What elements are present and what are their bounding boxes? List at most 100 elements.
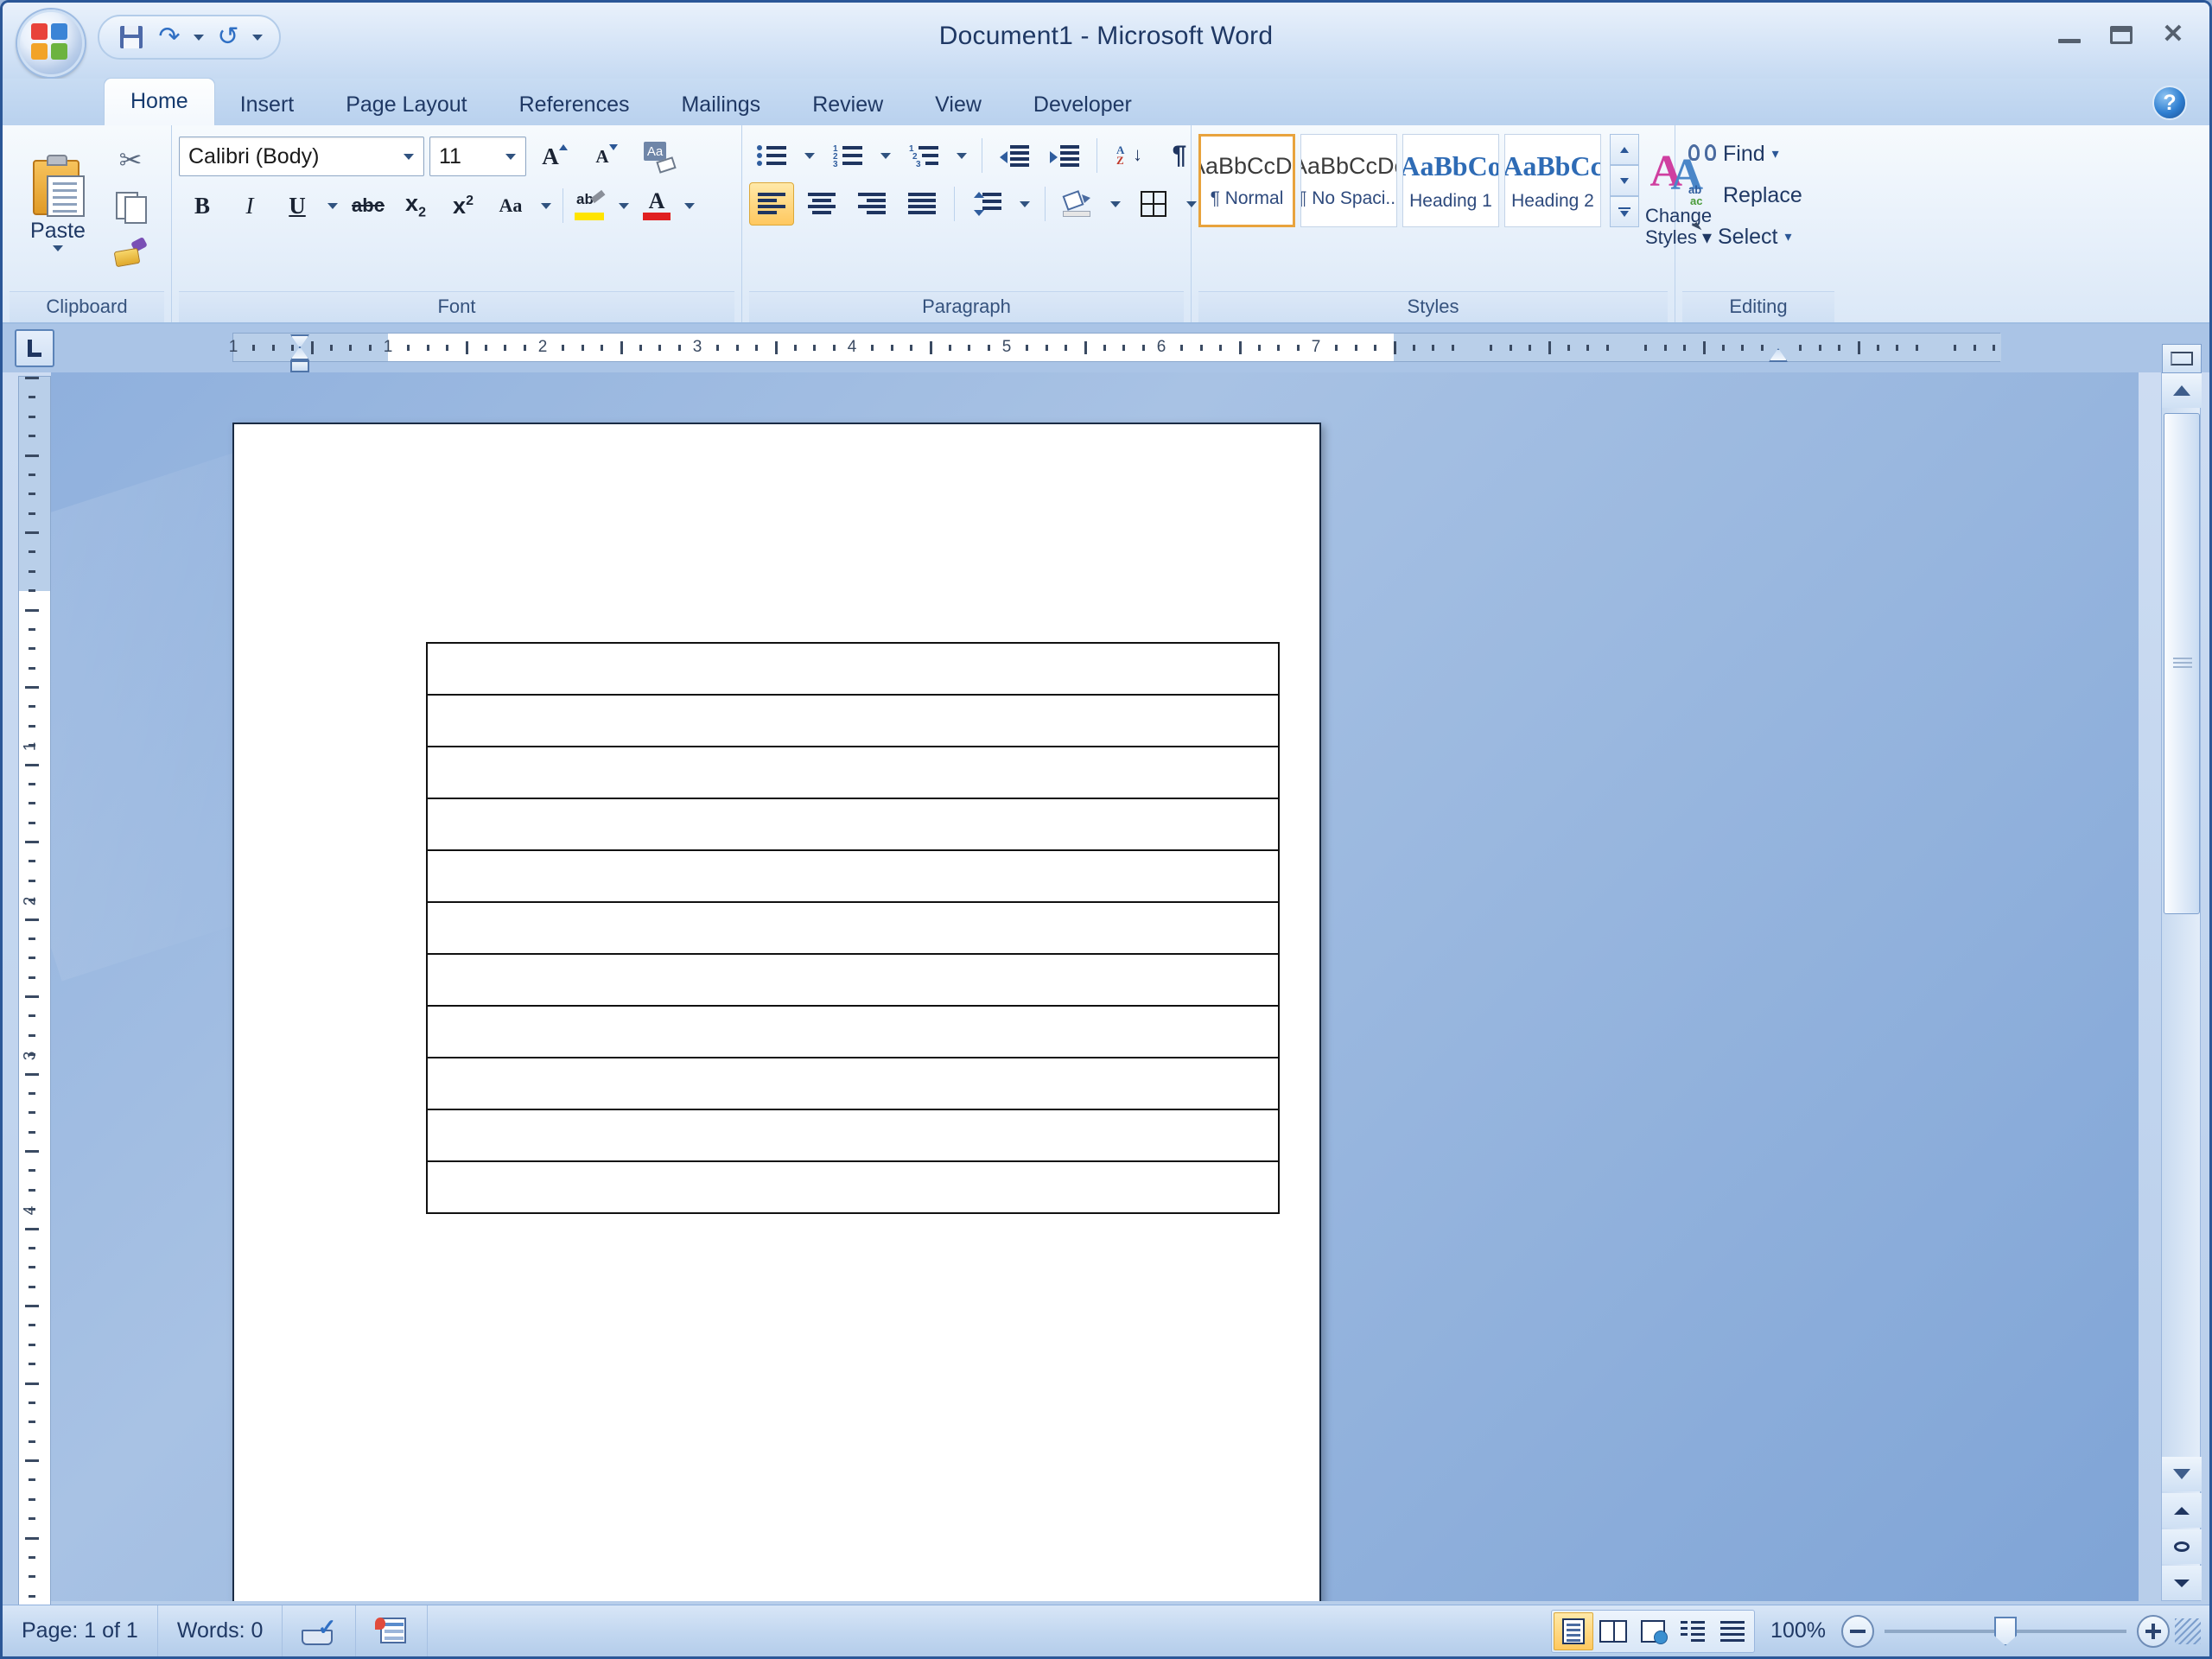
increase-indent-button[interactable] xyxy=(1042,134,1087,177)
style-card-normal[interactable]: AaBbCcDc ¶ Normal xyxy=(1198,134,1295,227)
save-button[interactable] xyxy=(113,20,149,54)
document-table[interactable] xyxy=(426,642,1280,1214)
subscript-button[interactable]: x2 xyxy=(392,184,439,227)
sort-button[interactable]: A Z ↓ xyxy=(1107,134,1152,177)
cut-button[interactable]: ✂ xyxy=(106,137,155,182)
table-cell[interactable] xyxy=(426,1005,1280,1058)
word-count-indicator[interactable]: Words: 0 xyxy=(158,1605,283,1656)
tab-references[interactable]: References xyxy=(493,84,656,125)
bullets-dropdown-button[interactable] xyxy=(799,134,820,177)
style-card-heading-1[interactable]: AaBbCο Heading 1 xyxy=(1402,134,1499,227)
tab-developer[interactable]: Developer xyxy=(1007,84,1158,125)
italic-button[interactable]: I xyxy=(226,184,273,227)
underline-button[interactable]: U xyxy=(274,184,321,227)
shading-dropdown-button[interactable] xyxy=(1105,182,1126,226)
borders-button[interactable] xyxy=(1131,182,1176,226)
table-row[interactable] xyxy=(426,746,1280,799)
resize-grip[interactable] xyxy=(2175,1618,2201,1644)
multilevel-list-button[interactable]: 123 xyxy=(901,134,946,177)
table-cell[interactable] xyxy=(426,642,1280,696)
table-cell[interactable] xyxy=(426,953,1280,1007)
font-color-button[interactable]: A xyxy=(636,184,677,227)
close-button[interactable]: ✕ xyxy=(2149,16,2197,53)
view-full-screen-reading-button[interactable] xyxy=(1593,1612,1633,1650)
table-row[interactable] xyxy=(426,798,1280,851)
table-cell[interactable] xyxy=(426,1109,1280,1162)
clear-formatting-button[interactable]: Aa xyxy=(635,134,683,179)
table-row[interactable] xyxy=(426,1109,1280,1162)
zoom-slider[interactable] xyxy=(1885,1615,2126,1648)
split-window-button[interactable] xyxy=(2162,344,2202,373)
font-size-dropdown-button[interactable] xyxy=(496,137,525,175)
text-highlight-dropdown-button[interactable] xyxy=(613,184,635,227)
view-print-layout-button[interactable] xyxy=(1554,1611,1594,1650)
table-cell[interactable] xyxy=(426,901,1280,955)
vertical-scrollbar[interactable] xyxy=(2161,344,2202,1601)
spelling-check-button[interactable]: ✓ xyxy=(283,1605,357,1656)
redo-button[interactable]: ↺ xyxy=(210,20,246,54)
underline-dropdown-button[interactable] xyxy=(321,184,344,227)
multilevel-list-dropdown-button[interactable] xyxy=(951,134,972,177)
page-indicator[interactable]: Page: 1 of 1 xyxy=(3,1605,158,1656)
view-draft-button[interactable] xyxy=(1713,1612,1752,1650)
table-cell[interactable] xyxy=(426,746,1280,799)
table-row[interactable] xyxy=(426,1160,1280,1214)
tab-mailings[interactable]: Mailings xyxy=(655,84,786,125)
styles-scroll-down-button[interactable] xyxy=(1610,165,1639,196)
table-row[interactable] xyxy=(426,953,1280,1007)
scrollbar-thumb[interactable] xyxy=(2164,413,2200,914)
table-row[interactable] xyxy=(426,901,1280,955)
bold-button[interactable]: B xyxy=(179,184,226,227)
undo-button[interactable]: ↷ xyxy=(151,20,188,54)
align-right-button[interactable] xyxy=(849,182,894,226)
zoom-in-button[interactable] xyxy=(2137,1614,2170,1648)
previous-page-button[interactable] xyxy=(2162,1493,2202,1528)
document-page[interactable] xyxy=(232,423,1321,1601)
undo-dropdown-button[interactable] xyxy=(189,20,208,54)
strikethrough-button[interactable]: abc xyxy=(345,184,391,227)
table-row[interactable] xyxy=(426,1005,1280,1058)
tab-page-layout[interactable]: Page Layout xyxy=(320,84,493,125)
tab-review[interactable]: Review xyxy=(786,84,909,125)
style-card-heading-2[interactable]: AaBbCc Heading 2 xyxy=(1504,134,1601,227)
table-cell[interactable] xyxy=(426,798,1280,851)
paste-button[interactable]: Paste xyxy=(10,134,106,272)
table-row[interactable] xyxy=(426,1057,1280,1110)
copy-button[interactable] xyxy=(106,184,155,229)
decrease-indent-button[interactable] xyxy=(992,134,1037,177)
select-button[interactable]: Select ▾ xyxy=(1682,217,1798,257)
tab-selector-button[interactable] xyxy=(15,329,54,367)
align-center-button[interactable] xyxy=(799,182,844,226)
macro-recording-button[interactable] xyxy=(356,1605,429,1656)
table-row[interactable] xyxy=(426,849,1280,903)
style-card-no-spacing[interactable]: AaBbCcDc ¶ No Spaci... xyxy=(1300,134,1397,227)
select-browse-object-button[interactable] xyxy=(2162,1529,2202,1564)
shrink-font-button[interactable]: A xyxy=(583,135,630,178)
font-name-input[interactable]: Calibri (Body) xyxy=(179,137,424,176)
find-button[interactable]: Find ▾ xyxy=(1682,134,1785,174)
superscript-button[interactable]: x2 xyxy=(440,184,486,227)
align-left-button[interactable] xyxy=(749,182,794,226)
view-outline-button[interactable] xyxy=(1673,1612,1713,1650)
left-indent-marker[interactable] xyxy=(290,360,309,372)
line-spacing-button[interactable] xyxy=(964,182,1009,226)
text-highlight-button[interactable]: ab xyxy=(569,184,612,227)
table-cell[interactable] xyxy=(426,849,1280,903)
table-row[interactable] xyxy=(426,642,1280,696)
numbering-dropdown-button[interactable] xyxy=(875,134,896,177)
next-page-button[interactable] xyxy=(2162,1566,2202,1600)
tab-insert[interactable]: Insert xyxy=(214,84,321,125)
table-cell[interactable] xyxy=(426,694,1280,747)
table-row[interactable] xyxy=(426,694,1280,747)
zoom-slider-handle[interactable] xyxy=(1994,1616,2017,1646)
justify-button[interactable] xyxy=(899,182,944,226)
styles-more-button[interactable] xyxy=(1610,196,1639,227)
replace-button[interactable]: ab ac Replace xyxy=(1682,175,1808,215)
tab-view[interactable]: View xyxy=(909,84,1007,125)
zoom-level-label[interactable]: 100% xyxy=(1755,1618,1841,1643)
grow-font-button[interactable]: A xyxy=(531,135,578,178)
shading-button[interactable] xyxy=(1055,182,1100,226)
scroll-down-button[interactable] xyxy=(2162,1457,2202,1491)
customize-qat-button[interactable] xyxy=(248,20,267,54)
view-web-layout-button[interactable] xyxy=(1633,1612,1673,1650)
